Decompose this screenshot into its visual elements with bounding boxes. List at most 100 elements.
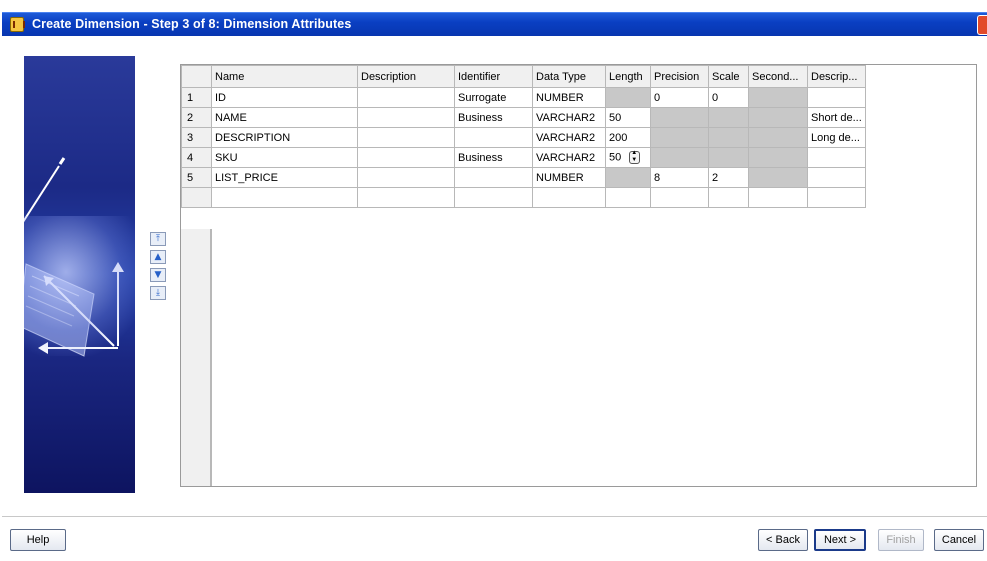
cell-data-type[interactable]: NUMBER [532, 167, 606, 188]
move-top-icon[interactable]: ⤒ [150, 232, 166, 246]
row-number: 3 [181, 127, 212, 148]
help-button[interactable]: Help [10, 529, 66, 551]
cell-descrip[interactable]: Long de... [807, 127, 866, 148]
cell-data-type[interactable]: VARCHAR2 [532, 107, 606, 128]
cell-descrip[interactable] [807, 87, 866, 108]
cell-data-type-empty[interactable] [532, 187, 606, 208]
window-title: Create Dimension - Step 3 of 8: Dimensio… [32, 17, 352, 31]
column-header-name[interactable]: Name [211, 65, 358, 88]
cell-scale[interactable]: 2 [708, 167, 749, 188]
cell-second [748, 127, 808, 148]
table-header-row: Name Description Identifier Data Type Le… [181, 65, 866, 88]
attributes-grid[interactable]: Name Description Identifier Data Type Le… [180, 64, 977, 487]
row-number-header [181, 65, 212, 88]
cell-identifier[interactable]: Surrogate [454, 87, 533, 108]
cell-precision [650, 107, 709, 128]
column-header-length[interactable]: Length [605, 65, 651, 88]
table-row[interactable]: 2 NAME Business VARCHAR2 50 Short de... [181, 107, 866, 128]
wizard-side-image [24, 56, 135, 493]
cell-length [605, 87, 651, 108]
cell-description-empty[interactable] [357, 187, 455, 208]
cell-description[interactable] [357, 107, 455, 128]
column-header-data-type[interactable]: Data Type [532, 65, 606, 88]
column-header-description[interactable]: Description [357, 65, 455, 88]
cell-second [748, 147, 808, 168]
cell-second-empty[interactable] [748, 187, 808, 208]
cell-identifier-empty[interactable] [454, 187, 533, 208]
cell-identifier[interactable] [454, 127, 533, 148]
column-header-scale[interactable]: Scale [708, 65, 749, 88]
table-row[interactable]: 1 ID Surrogate NUMBER 0 0 [181, 87, 866, 108]
cell-description[interactable] [357, 147, 455, 168]
cell-length [605, 167, 651, 188]
move-up-icon[interactable]: ▲ [150, 250, 166, 264]
table-row[interactable]: 5 LIST_PRICE NUMBER 8 2 [181, 167, 866, 188]
cell-second [748, 87, 808, 108]
button-bar-separator [2, 516, 987, 517]
cell-scale-empty[interactable] [708, 187, 749, 208]
column-header-identifier[interactable]: Identifier [454, 65, 533, 88]
length-value[interactable]: 50 [609, 151, 621, 163]
cell-descrip-empty[interactable] [807, 187, 866, 208]
move-down-icon[interactable]: ▼ [150, 268, 166, 282]
cell-second [748, 167, 808, 188]
cell-descrip[interactable]: Short de... [807, 107, 866, 128]
cell-length[interactable]: 200 [605, 127, 651, 148]
cell-scale [708, 107, 749, 128]
cell-second [748, 107, 808, 128]
row-header-column [181, 229, 211, 486]
row-number: 2 [181, 107, 212, 128]
table-row-new[interactable] [181, 187, 866, 208]
app-icon [10, 17, 25, 32]
cell-name[interactable]: SKU [211, 147, 358, 168]
cell-precision[interactable]: 8 [650, 167, 709, 188]
cell-data-type[interactable]: VARCHAR2 [532, 127, 606, 148]
cell-identifier[interactable] [454, 167, 533, 188]
close-button[interactable] [977, 15, 987, 35]
column-header-precision[interactable]: Precision [650, 65, 709, 88]
move-bottom-icon[interactable]: ⤓ [150, 286, 166, 300]
back-button[interactable]: < Back [758, 529, 808, 551]
row-number-empty [181, 187, 212, 208]
column-header-second[interactable]: Second... [748, 65, 808, 88]
length-spinner-icon[interactable] [629, 150, 641, 164]
row-number: 5 [181, 167, 212, 188]
cell-descrip[interactable] [807, 167, 866, 188]
row-move-buttons: ⤒ ▲ ▼ ⤓ [150, 232, 168, 304]
cell-description[interactable] [357, 127, 455, 148]
cell-precision[interactable]: 0 [650, 87, 709, 108]
cell-length[interactable]: 50 [605, 107, 651, 128]
cell-identifier[interactable]: Business [454, 107, 533, 128]
cell-identifier[interactable]: Business [454, 147, 533, 168]
cell-description[interactable] [357, 87, 455, 108]
cell-name[interactable]: DESCRIPTION [211, 127, 358, 148]
column-header-descrip[interactable]: Descrip... [807, 65, 866, 88]
cell-precision [650, 127, 709, 148]
cell-length-editing[interactable]: 50 [605, 147, 651, 168]
next-button[interactable]: Next > [814, 529, 866, 551]
cancel-button[interactable]: Cancel [934, 529, 984, 551]
cell-name[interactable]: NAME [211, 107, 358, 128]
cell-descrip[interactable] [807, 147, 866, 168]
cell-data-type[interactable]: NUMBER [532, 87, 606, 108]
table-row[interactable]: 3 DESCRIPTION VARCHAR2 200 Long de... [181, 127, 866, 148]
cell-name-empty[interactable] [211, 187, 358, 208]
attributes-table: Name Description Identifier Data Type Le… [181, 65, 866, 208]
finish-button[interactable]: Finish [878, 529, 924, 551]
row-number: 1 [181, 87, 212, 108]
cell-scale[interactable]: 0 [708, 87, 749, 108]
cell-scale [708, 127, 749, 148]
cell-name[interactable]: ID [211, 87, 358, 108]
cell-description[interactable] [357, 167, 455, 188]
cell-scale [708, 147, 749, 168]
table-row[interactable]: 4 SKU Business VARCHAR2 50 [181, 147, 866, 168]
grid-empty-area[interactable] [211, 229, 976, 486]
wizard-image-glow [24, 216, 135, 356]
cell-precision-empty[interactable] [650, 187, 709, 208]
cell-length-empty[interactable] [605, 187, 651, 208]
cell-name[interactable]: LIST_PRICE [211, 167, 358, 188]
row-number: 4 [181, 147, 212, 168]
cell-precision [650, 147, 709, 168]
title-bar-strip[interactable]: Create Dimension - Step 3 of 8: Dimensio… [2, 12, 987, 36]
cell-data-type[interactable]: VARCHAR2 [532, 147, 606, 168]
